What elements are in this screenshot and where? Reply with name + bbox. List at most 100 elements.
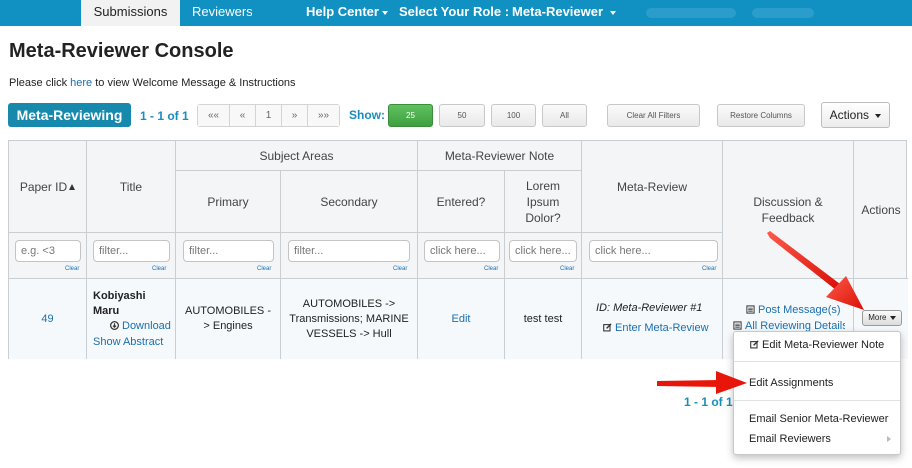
help-center-label: Help Center bbox=[306, 4, 379, 19]
edit-icon bbox=[603, 323, 612, 332]
menu-item-email-senior-meta-reviewer[interactable]: Email Senior Meta-Reviewer bbox=[749, 413, 899, 425]
chevron-right-icon bbox=[887, 436, 891, 442]
page-title: Meta-Reviewer Console bbox=[9, 40, 234, 62]
page-size-25-button[interactable]: 25 bbox=[388, 104, 433, 127]
header-meta-reviewer-note: Meta-Reviewer Note bbox=[418, 141, 582, 171]
clear-filter-link[interactable]: Clear bbox=[257, 266, 271, 272]
lorem-value: test test bbox=[523, 313, 563, 325]
role-label: Select Your Role : bbox=[399, 4, 510, 19]
top-nav: Submissions Reviewers Help Center Select… bbox=[0, 0, 912, 26]
header-subject-areas: Subject Areas bbox=[176, 141, 418, 171]
header-paper-id-label: Paper ID bbox=[19, 179, 68, 194]
help-center-menu[interactable]: Help Center bbox=[306, 0, 388, 26]
menu-label-email-reviewers: Email Reviewers bbox=[749, 433, 831, 445]
meta-review-id: ID: Meta-Reviewer #1 bbox=[596, 302, 703, 314]
header-secondary[interactable]: Secondary bbox=[281, 171, 418, 233]
header-primary[interactable]: Primary bbox=[176, 171, 281, 233]
row-primary-cell: AUTOMOBILES -> Engines bbox=[176, 279, 281, 359]
actions-dropdown-button[interactable]: Actions bbox=[821, 102, 890, 128]
row-meta-review-cell bbox=[582, 279, 723, 359]
first-page-button[interactable]: «« bbox=[198, 105, 230, 126]
menu-label-edit-note: Edit Meta-Reviewer Note bbox=[762, 339, 885, 351]
redacted-user-info bbox=[646, 8, 736, 18]
page-size-all-button[interactable]: All bbox=[542, 104, 587, 127]
tab-reviewers[interactable]: Reviewers bbox=[192, 0, 253, 26]
clear-filter-link[interactable]: Clear bbox=[560, 266, 574, 272]
clear-filter-link[interactable]: Clear bbox=[65, 266, 79, 272]
welcome-instructions: Please click here to view Welcome Messag… bbox=[9, 77, 296, 89]
title-filter-input[interactable]: filter... bbox=[93, 240, 170, 262]
post-message-label: Post Message(s) bbox=[758, 304, 841, 316]
row-lorem-cell: test test bbox=[505, 279, 582, 359]
intro-text-before: Please click bbox=[9, 77, 71, 89]
sort-ascending-icon bbox=[69, 183, 76, 190]
redacted-user-info bbox=[752, 8, 814, 18]
header-paper-id[interactable]: Paper ID bbox=[9, 141, 87, 233]
show-abstract-link[interactable]: Show Abstract bbox=[93, 336, 163, 348]
tab-submissions[interactable]: Submissions bbox=[81, 0, 180, 26]
prev-page-button[interactable]: « bbox=[230, 105, 256, 126]
header-entered[interactable]: Entered? bbox=[418, 171, 505, 233]
actions-label: Actions bbox=[829, 108, 869, 122]
paper-id-filter-input[interactable]: e.g. <3 bbox=[15, 240, 81, 262]
page-size-50-button[interactable]: 50 bbox=[439, 104, 485, 127]
menu-item-edit-meta-reviewer-note[interactable]: Edit Meta-Reviewer Note bbox=[750, 339, 898, 351]
welcome-message-link[interactable]: here bbox=[70, 77, 92, 89]
row-entered-cell: Edit bbox=[418, 279, 505, 359]
chevron-down-icon bbox=[875, 113, 882, 118]
menu-divider bbox=[734, 361, 900, 362]
results-range-bottom: 1 - 1 of 1 bbox=[684, 395, 733, 409]
entered-filter-input[interactable]: click here... bbox=[424, 240, 500, 262]
lorem-filter-input[interactable]: click here... bbox=[509, 240, 577, 262]
clear-all-filters-button[interactable]: Clear All Filters bbox=[607, 104, 700, 127]
details-list-icon bbox=[733, 321, 742, 330]
menu-item-edit-assignments[interactable]: Edit Assignments bbox=[749, 377, 849, 389]
more-label: More bbox=[868, 313, 887, 322]
more-actions-button[interactable]: More bbox=[862, 310, 902, 326]
chevron-down-icon bbox=[609, 10, 616, 15]
secondary-filter-input[interactable]: filter... bbox=[288, 240, 410, 262]
intro-text-after: to view Welcome Message & Instructions bbox=[92, 77, 296, 89]
chevron-down-icon bbox=[889, 315, 896, 320]
message-list-icon bbox=[746, 305, 755, 314]
download-label: Download bbox=[122, 320, 171, 332]
header-discussion-feedback[interactable]: Discussion & Feedback bbox=[723, 141, 854, 279]
download-link[interactable]: Download bbox=[110, 320, 171, 332]
clear-filter-link[interactable]: Clear bbox=[152, 266, 166, 272]
results-range: 1 - 1 of 1 bbox=[140, 109, 189, 123]
secondary-subject-areas: AUTOMOBILES -> Transmissions; MARINE VES… bbox=[289, 297, 409, 340]
meta-review-filter-input[interactable]: click here... bbox=[589, 240, 718, 262]
restore-columns-button[interactable]: Restore Columns bbox=[717, 104, 805, 127]
show-label: Show: bbox=[349, 108, 385, 122]
header-title[interactable]: Title bbox=[87, 141, 176, 233]
clear-filter-link[interactable]: Clear bbox=[393, 266, 407, 272]
page-1-button[interactable]: 1 bbox=[256, 105, 282, 126]
header-lorem-ipsum-dolor[interactable]: Lorem Ipsum Dolor? bbox=[505, 171, 582, 233]
clear-filter-link[interactable]: Clear bbox=[484, 266, 498, 272]
primary-subject-area: AUTOMOBILES -> Engines bbox=[185, 305, 271, 332]
header-meta-review[interactable]: Meta-Review bbox=[582, 141, 723, 233]
header-actions: Actions bbox=[854, 141, 908, 279]
more-actions-menu: Edit Meta-Reviewer Note Edit Assignments… bbox=[733, 331, 901, 455]
meta-reviewing-badge: Meta-Reviewing bbox=[8, 103, 131, 127]
edit-note-link[interactable]: Edit bbox=[452, 313, 471, 325]
chevron-down-icon bbox=[381, 10, 388, 15]
paper-title: Kobiyashi Maru bbox=[93, 290, 146, 317]
download-icon bbox=[110, 321, 119, 330]
page-size-100-button[interactable]: 100 bbox=[491, 104, 536, 127]
menu-item-email-reviewers[interactable]: Email Reviewers bbox=[749, 433, 899, 445]
role-value: Meta-Reviewer bbox=[512, 4, 604, 19]
last-page-button[interactable]: »» bbox=[308, 105, 339, 126]
paper-id-link[interactable]: 49 bbox=[41, 313, 53, 325]
primary-filter-input[interactable]: filter... bbox=[183, 240, 274, 262]
clear-filter-link[interactable]: Clear bbox=[702, 266, 716, 272]
role-selector[interactable]: Meta-Reviewer bbox=[512, 0, 616, 26]
pagination: «« « 1 » »» bbox=[197, 104, 340, 127]
post-message-link[interactable]: Post Message(s) bbox=[746, 304, 841, 316]
menu-divider bbox=[734, 400, 900, 401]
row-secondary-cell: AUTOMOBILES -> Transmissions; MARINE VES… bbox=[281, 279, 418, 359]
next-page-button[interactable]: » bbox=[282, 105, 308, 126]
enter-meta-review-label: Enter Meta-Review bbox=[615, 322, 709, 334]
edit-icon bbox=[750, 340, 759, 349]
enter-meta-review-link[interactable]: Enter Meta-Review bbox=[603, 322, 709, 334]
